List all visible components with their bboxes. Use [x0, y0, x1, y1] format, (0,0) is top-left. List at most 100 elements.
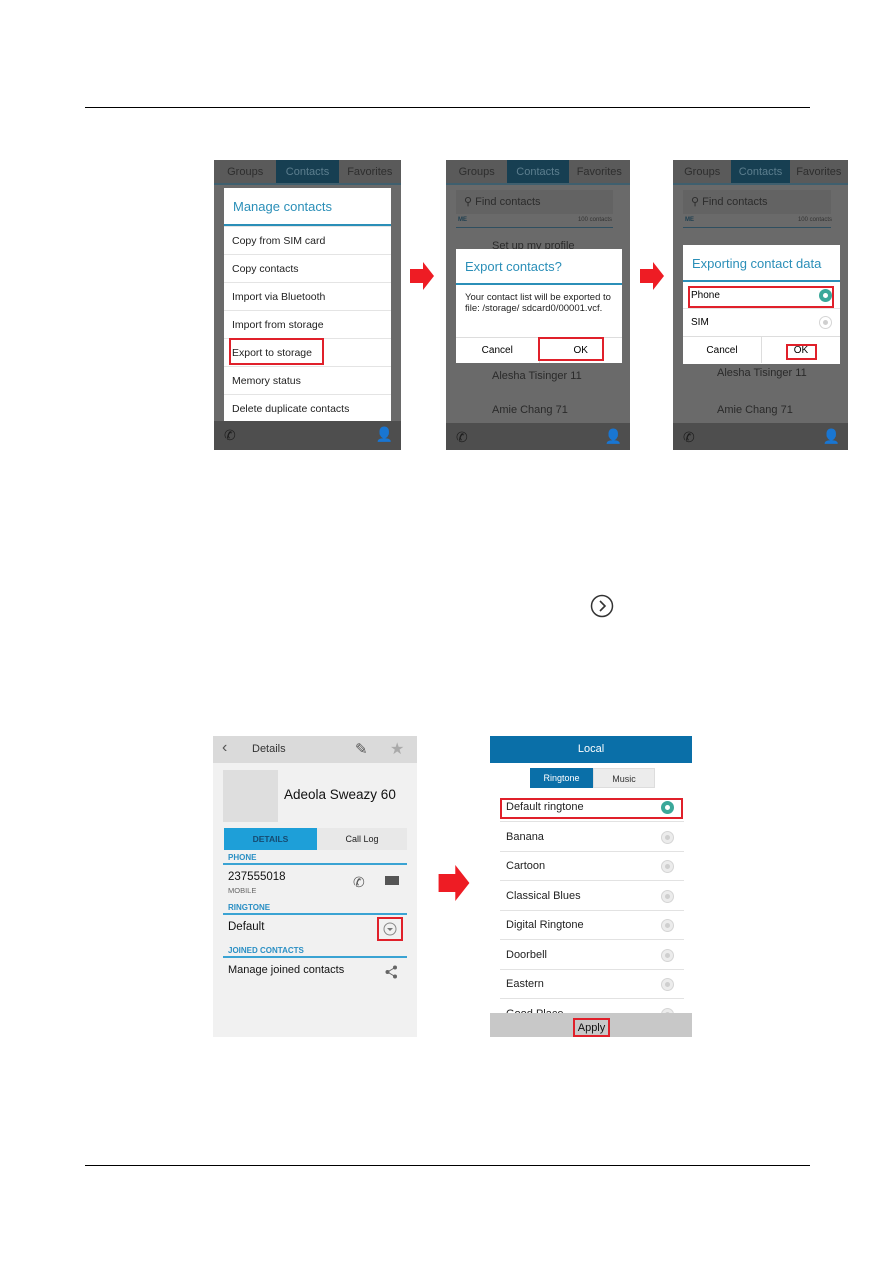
tab-call-log[interactable]: Call Log [317, 828, 407, 850]
search-input[interactable]: ⚲ Find contacts [683, 190, 831, 214]
phone-type: MOBILE [228, 886, 257, 895]
contact-item[interactable]: Alesha Tisinger 11 [717, 367, 807, 379]
search-placeholder: Find contacts [702, 196, 768, 208]
menu-item[interactable]: Import via Bluetooth [224, 282, 391, 310]
dialog-title: Exporting contact data [683, 245, 840, 282]
tab-contacts[interactable]: Contacts [731, 160, 790, 183]
tab-groups[interactable]: Groups [214, 160, 276, 183]
ringtone-label: Eastern [506, 978, 544, 990]
picker-header: Local [490, 736, 692, 763]
radio-icon[interactable] [661, 830, 674, 844]
cancel-button[interactable]: Cancel [456, 338, 540, 363]
radio-icon[interactable] [661, 860, 674, 873]
unchecked-icon[interactable] [819, 316, 832, 329]
radio-icon[interactable] [661, 889, 674, 903]
add-contact-icon[interactable]: 👤 [605, 428, 622, 445]
phone-icon[interactable]: ✆ [456, 429, 468, 446]
phone-icon[interactable]: ✆ [224, 427, 236, 444]
contact-details-screen: ‹ Details ✎ ★ Adeola Sweazy 60 DETAILS C… [213, 736, 417, 1037]
chevron-right-circle-icon [590, 594, 614, 618]
divider [456, 227, 613, 228]
edit-icon[interactable]: ✎ [355, 740, 368, 758]
section-label-ringtone: RINGTONE [228, 903, 271, 912]
apply-button[interactable]: Apply [573, 1018, 610, 1037]
header-rule [85, 107, 810, 108]
menu-item[interactable]: Copy contacts [224, 254, 391, 282]
phone-icon[interactable]: ✆ [683, 429, 695, 446]
tab-bar: Groups Contacts Favorites [214, 160, 401, 185]
call-icon[interactable]: ✆ [353, 874, 365, 891]
tab-favorites[interactable]: Favorites [569, 160, 630, 183]
message-icon[interactable] [385, 876, 399, 885]
search-input[interactable]: ⚲ Find contacts [456, 190, 613, 214]
ringtone-item[interactable]: Doorbell [500, 941, 684, 970]
ringtone-item[interactable]: Classical Blues [500, 882, 684, 911]
bottom-bar: ✆ 👤 [446, 423, 630, 450]
star-icon[interactable]: ★ [390, 739, 404, 759]
tab-favorites[interactable]: Favorites [339, 160, 401, 183]
divider [683, 227, 831, 228]
dialog-message: Your contact list will be exported to fi… [465, 292, 611, 314]
share-icon[interactable] [385, 965, 398, 979]
tab-music[interactable]: Music [593, 768, 655, 788]
add-contact-icon[interactable]: 👤 [376, 426, 393, 443]
menu-item[interactable]: Import from storage [224, 310, 391, 338]
ringtone-item[interactable]: Digital Ringtone [500, 911, 684, 940]
option-sim[interactable]: SIM [683, 309, 840, 336]
tab-contacts[interactable]: Contacts [507, 160, 569, 183]
menu-item[interactable]: Delete duplicate contacts [224, 394, 391, 422]
me-label: ME [685, 217, 694, 223]
details-header: ‹ Details ✎ ★ [213, 736, 417, 763]
tab-bar: Groups Contacts Favorites [446, 160, 630, 185]
tab-groups[interactable]: Groups [673, 160, 731, 183]
ringtone-item[interactable]: Cartoon [500, 852, 684, 881]
section-label-phone: PHONE [228, 853, 257, 862]
tab-contacts[interactable]: Contacts [276, 160, 339, 183]
bottom-bar: ✆ 👤 [214, 421, 401, 450]
menu-item[interactable]: Copy from SIM card [224, 226, 391, 254]
cancel-button[interactable]: Cancel [683, 337, 762, 363]
ringtone-label: Doorbell [506, 948, 547, 961]
section-label-joined: JOINED CONTACTS [228, 946, 304, 955]
radio-icon[interactable] [661, 978, 674, 991]
ringtone-picker-screen: Local Ringtone Music Default ringtone Ban… [490, 736, 692, 1037]
search-placeholder: Find contacts [475, 196, 541, 208]
ringtone-value: Default [228, 921, 265, 933]
ringtone-label: Digital Ringtone [506, 919, 584, 931]
tab-details[interactable]: DETAILS [224, 828, 317, 850]
contact-item[interactable]: Alesha Tisinger 11 [492, 370, 582, 382]
highlight-box [229, 338, 324, 365]
contact-item[interactable]: Amie Chang 71 [492, 404, 568, 416]
me-label: ME [458, 217, 467, 223]
exporting-data-screen: Groups Contacts Favorites ⚲ Find contact… [673, 160, 848, 450]
menu-item[interactable]: Memory status [224, 366, 391, 394]
add-contact-icon[interactable]: 👤 [823, 428, 840, 445]
footer-rule [85, 1165, 810, 1166]
header-title: Details [252, 743, 286, 755]
highlight-box [377, 917, 403, 941]
radio-icon[interactable] [661, 948, 674, 962]
radio-icon[interactable] [661, 919, 674, 932]
highlight-box [500, 798, 683, 819]
arrow-right-icon [640, 262, 664, 290]
manage-contacts-screen: Groups Contacts Favorites Manage contact… [214, 160, 401, 450]
tab-ringtone[interactable]: Ringtone [530, 768, 593, 788]
manage-contacts-dialog: Manage contacts Copy from SIM card Copy c… [224, 188, 391, 421]
manage-joined-contacts[interactable]: Manage joined contacts [228, 964, 344, 976]
divider [223, 913, 407, 915]
tab-favorites[interactable]: Favorites [790, 160, 848, 183]
highlight-box [688, 286, 834, 308]
bottom-bar: ✆ 👤 [673, 423, 848, 450]
divider [223, 863, 407, 865]
contact-item[interactable]: Amie Chang 71 [717, 404, 793, 416]
tab-groups[interactable]: Groups [446, 160, 507, 183]
arrow-right-icon [438, 865, 470, 901]
ringtone-item[interactable]: Banana [500, 823, 684, 852]
highlight-box [538, 337, 604, 361]
back-icon[interactable]: ‹ [222, 739, 227, 757]
dialog-title: Export contacts? [456, 249, 622, 285]
contact-count: 100 contacts [797, 217, 832, 223]
phone-number[interactable]: 237555018 [228, 871, 286, 883]
highlight-box [786, 344, 817, 360]
ringtone-item[interactable]: Eastern [500, 970, 684, 999]
